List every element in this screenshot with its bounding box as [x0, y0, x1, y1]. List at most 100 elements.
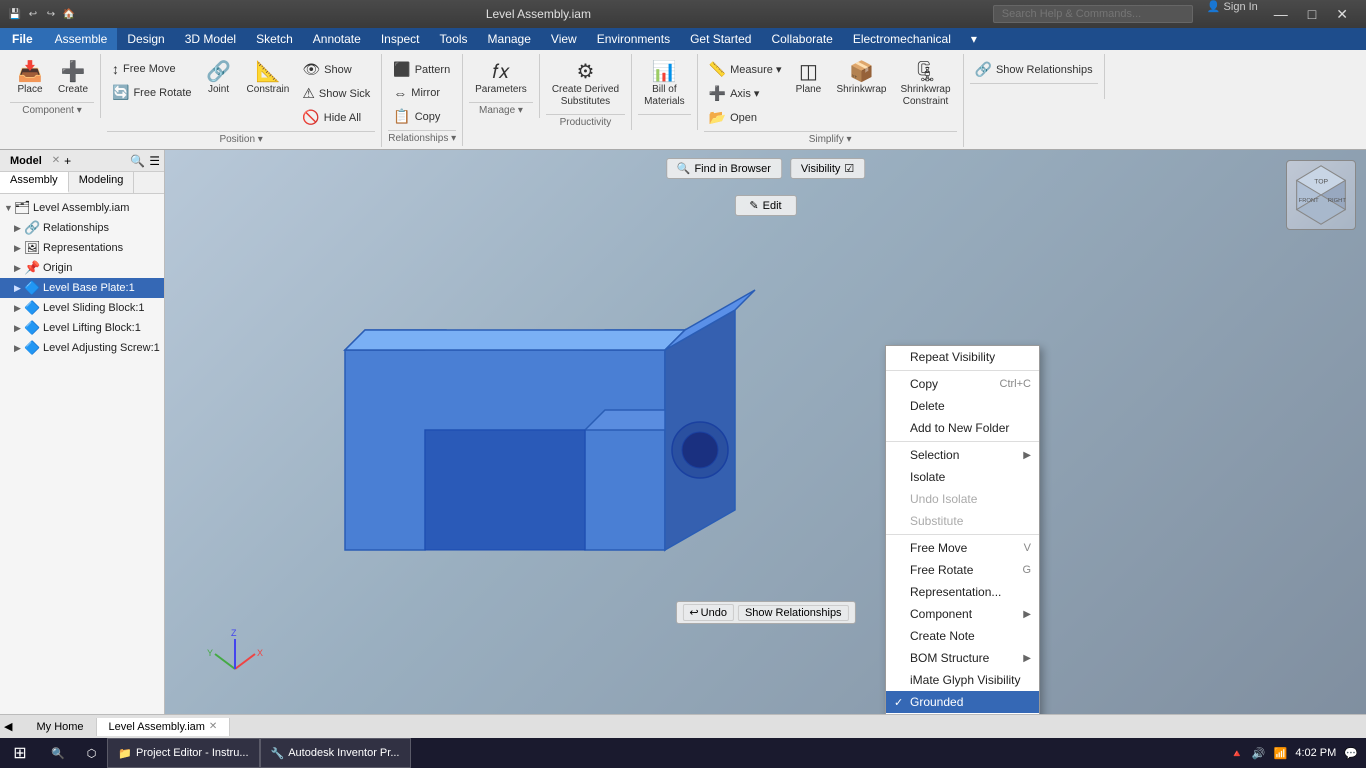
parameters-button[interactable]: 𝑓𝑥 Parameters [469, 58, 533, 100]
ctx-delete-label: Delete [910, 399, 1031, 413]
taskbar-notification-icon[interactable]: 💬 [1344, 747, 1358, 760]
plane-button[interactable]: ◫ Plane [788, 58, 828, 100]
home-icon-titlebar[interactable]: 🏠 [62, 7, 76, 21]
search-tree-button[interactable]: 🔍 [130, 154, 145, 168]
close-button[interactable]: ✕ [1326, 0, 1358, 28]
open-button[interactable]: 📂 Open [704, 106, 787, 129]
left-panel: Model ✕ + 🔍 ☰ Assembly Modeling ▼ 🗂 Leve… [0, 150, 165, 714]
ctx-grounded[interactable]: ✓ Grounded [886, 691, 1039, 713]
modeling-tab[interactable]: Modeling [69, 172, 135, 193]
menu-file[interactable]: File [0, 28, 45, 50]
pattern-label: Pattern [415, 64, 450, 76]
menu-more[interactable]: ▾ [961, 28, 987, 50]
ctx-component[interactable]: Component ▶ [886, 603, 1039, 625]
shrinkwrap-constraint-button[interactable]: 🗜 ShrinkwrapConstraint [895, 58, 957, 112]
menu-3dmodel[interactable]: 3D Model [175, 28, 246, 50]
create-derived-substitutes-button[interactable]: ⚙ Create DerivedSubstitutes [546, 58, 625, 112]
ctx-delete[interactable]: Delete [886, 395, 1039, 417]
mirror-button[interactable]: ⇔ Mirror [388, 82, 455, 104]
ctx-adaptive[interactable]: Adaptive [886, 713, 1039, 714]
sign-in[interactable]: 👤 Sign In [1201, 0, 1264, 28]
bom-label: Bill ofMaterials [644, 84, 685, 108]
menu-design[interactable]: Design [117, 28, 174, 50]
ctx-imate-glyph[interactable]: iMate Glyph Visibility [886, 669, 1039, 691]
free-rotate-button[interactable]: 🔄 Free Rotate [107, 81, 197, 104]
visibility-button[interactable]: Visibility ☑ [790, 158, 865, 179]
bottom-tab-my-home[interactable]: My Home [24, 718, 96, 736]
find-in-browser-button[interactable]: 🔍 Find in Browser [666, 158, 782, 179]
tree-item-base-plate[interactable]: ▶ 🔷 Level Base Plate:1 [0, 278, 164, 298]
ctx-sep-2 [886, 441, 1039, 442]
ctx-free-rotate[interactable]: Free Rotate G [886, 559, 1039, 581]
edit-button[interactable]: ✎ Edit [734, 195, 796, 216]
joint-button[interactable]: 🔗 Joint [199, 58, 239, 100]
bom-button[interactable]: 📊 Bill ofMaterials [638, 58, 691, 112]
tree-base-plate-label: Level Base Plate:1 [43, 282, 135, 294]
show-sick-button[interactable]: ⚠ Show Sick [297, 82, 375, 105]
tree-options-button[interactable]: ☰ [149, 154, 160, 168]
tree-root[interactable]: ▼ 🗂 Level Assembly.iam [0, 198, 164, 218]
bottom-tab-level-assembly[interactable]: Level Assembly.iam ✕ [97, 718, 231, 736]
ctx-isolate[interactable]: Isolate [886, 466, 1039, 488]
menu-assemble[interactable]: Assemble [45, 28, 118, 50]
redo-icon-titlebar[interactable]: ↪ [44, 7, 58, 21]
shrinkwrap-button[interactable]: 📦 Shrinkwrap [830, 58, 892, 100]
joint-icon: 🔗 [206, 62, 231, 82]
tree-item-sliding-block[interactable]: ▶ 🔷 Level Sliding Block:1 [0, 298, 164, 318]
minimize-button[interactable]: — [1264, 0, 1298, 28]
undo-button[interactable]: ↩ Undo [682, 604, 734, 621]
constrain-button[interactable]: 📐 Constrain [241, 58, 296, 100]
ctx-free-move[interactable]: Free Move V [886, 537, 1039, 559]
show-relationships-button[interactable]: 🔗 Show Relationships [970, 58, 1098, 81]
search-input[interactable] [993, 5, 1193, 23]
ctx-copy[interactable]: Copy Ctrl+C [886, 373, 1039, 395]
ctx-bom-structure[interactable]: BOM Structure ▶ [886, 647, 1039, 669]
menu-inspect[interactable]: Inspect [371, 28, 430, 50]
tree-item-relationships[interactable]: ▶ 🔗 Relationships [0, 218, 164, 238]
ctx-selection[interactable]: Selection ▶ [886, 444, 1039, 466]
hide-all-button[interactable]: 🚫 Hide All [297, 106, 375, 129]
menu-view[interactable]: View [541, 28, 587, 50]
menu-electromechanical[interactable]: Electromechanical [843, 28, 961, 50]
model-tab-close[interactable]: ✕ [52, 155, 60, 166]
level-assembly-tab-close[interactable]: ✕ [209, 721, 217, 732]
add-tab-button[interactable]: + [64, 154, 71, 168]
tree-item-adjusting-screw[interactable]: ▶ 🔷 Level Adjusting Screw:1 [0, 338, 164, 358]
ctx-representation[interactable]: Representation... [886, 581, 1039, 603]
undo-icon-titlebar[interactable]: ↩ [26, 7, 40, 21]
menu-manage[interactable]: Manage [478, 28, 541, 50]
menu-environments[interactable]: Environments [587, 28, 680, 50]
taskbar-item-autodesk[interactable]: 🔧 Autodesk Inventor Pr... [260, 738, 411, 768]
menu-get-started[interactable]: Get Started [680, 28, 761, 50]
tree-item-representations[interactable]: ▶ 🖼 Representations [0, 238, 164, 258]
show-relationships-vp-button[interactable]: Show Relationships [738, 605, 849, 621]
place-button[interactable]: 📥 Place [10, 58, 50, 100]
ctx-create-note[interactable]: Create Note [886, 625, 1039, 647]
assembly-tab[interactable]: Assembly [0, 172, 69, 193]
tree-item-origin[interactable]: ▶ 📌 Origin [0, 258, 164, 278]
menu-sketch[interactable]: Sketch [246, 28, 303, 50]
maximize-button[interactable]: □ [1298, 0, 1326, 28]
menu-collaborate[interactable]: Collaborate [761, 28, 842, 50]
ctx-repeat-visibility[interactable]: Repeat Visibility [886, 346, 1039, 368]
main-viewport[interactable]: 🔍 Find in Browser Visibility ☑ ✎ Edit [165, 150, 1366, 714]
start-button[interactable]: ⊞ [0, 738, 40, 768]
pattern-button[interactable]: ⬛ Pattern [388, 58, 455, 81]
create-button[interactable]: ➕ Create [52, 58, 94, 100]
copy-button[interactable]: 📋 Copy [388, 105, 455, 128]
menu-annotate[interactable]: Annotate [303, 28, 371, 50]
measure-button[interactable]: 📏 Measure ▾ [704, 58, 787, 81]
axis-button[interactable]: ➕ Axis ▾ [704, 82, 787, 105]
taskbar-task-view[interactable]: ⬡ [76, 738, 108, 768]
show-button[interactable]: 👁 Show [297, 58, 375, 81]
model-tab[interactable]: Model [4, 153, 48, 169]
free-move-button[interactable]: ↕ Free Move [107, 58, 197, 80]
taskbar-item-project-editor[interactable]: 📁 Project Editor - Instru... [107, 738, 259, 768]
ctx-add-to-new-folder[interactable]: Add to New Folder [886, 417, 1039, 439]
taskbar-search[interactable]: 🔍 [40, 738, 76, 768]
tab-nav-left[interactable]: ◀ [0, 720, 16, 733]
tree-sliding-block-label: Level Sliding Block:1 [43, 302, 145, 314]
menu-tools[interactable]: Tools [430, 28, 478, 50]
tree-item-lifting-block[interactable]: ▶ 🔷 Level Lifting Block:1 [0, 318, 164, 338]
view-cube[interactable]: TOP FRONT RIGHT [1286, 160, 1356, 230]
